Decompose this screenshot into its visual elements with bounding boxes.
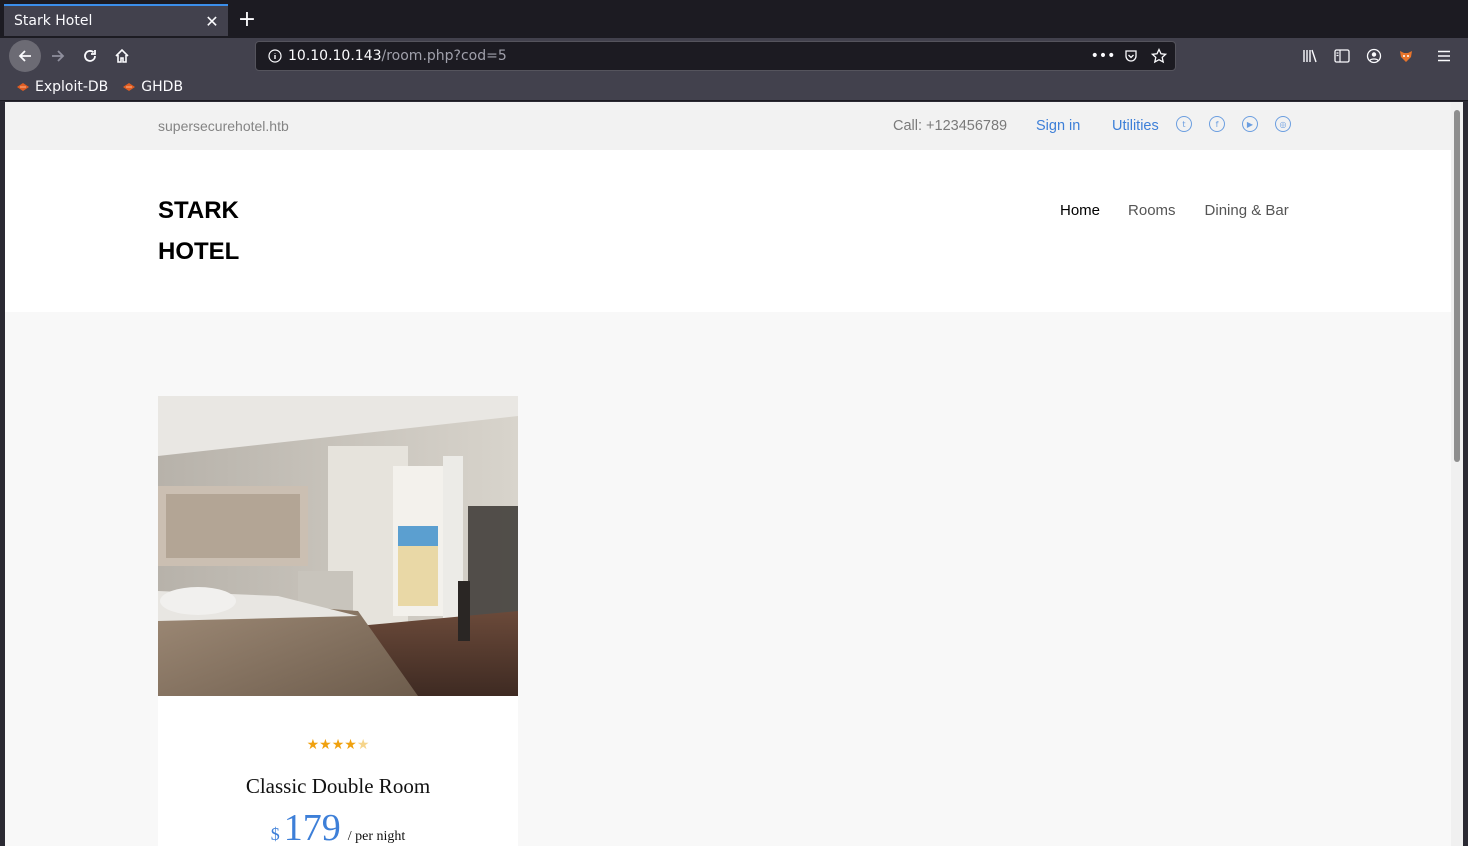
site-info-icon[interactable] xyxy=(266,47,284,65)
room-card: ★★★★★ Classic Double Room $ 179 / per ni… xyxy=(158,396,518,846)
url-text[interactable]: 10.10.10.143/room.php?cod=5 xyxy=(288,48,507,64)
nav-dining-bar[interactable]: Dining & Bar xyxy=(1205,202,1289,219)
nav-home[interactable]: Home xyxy=(1060,202,1100,219)
home-button[interactable] xyxy=(106,40,138,72)
bookmarks-toolbar: Exploit-DB GHDB xyxy=(0,74,1468,101)
sidebar-icon[interactable] xyxy=(1328,42,1356,70)
youtube-icon[interactable]: ▶ xyxy=(1242,116,1258,132)
url-path: /room.php?cod=5 xyxy=(381,48,507,64)
star-rating: ★★★★★ xyxy=(158,737,518,753)
back-button[interactable] xyxy=(9,40,41,72)
dribbble-icon[interactable]: ◎ xyxy=(1275,116,1291,132)
window-edge xyxy=(1463,102,1468,846)
home-icon xyxy=(115,48,129,63)
nav-rooms[interactable]: Rooms xyxy=(1128,202,1176,219)
main-nav: Home Rooms Dining & Bar xyxy=(1060,202,1289,219)
page-viewport: supersecurehotel.htb Call: +123456789 Si… xyxy=(5,102,1451,846)
twitter-icon[interactable]: t xyxy=(1176,116,1192,132)
utilities-link[interactable]: Utilities xyxy=(1112,118,1159,134)
star-icon: ★ xyxy=(331,737,345,753)
reload-icon xyxy=(84,50,96,62)
bookmark-label: GHDB xyxy=(141,79,184,95)
url-host: 10.10.10.143 xyxy=(288,48,382,64)
page-actions-icon[interactable]: ••• xyxy=(1091,46,1116,66)
ghdb-icon xyxy=(123,83,136,91)
page-scrollbar[interactable] xyxy=(1451,102,1463,846)
star-icon: ★ xyxy=(344,737,357,753)
arrow-left-icon xyxy=(18,50,31,62)
price-amount: 179 xyxy=(283,807,341,846)
room-price: $ 179 / per night xyxy=(158,806,518,846)
close-tab-icon[interactable]: ✕ xyxy=(200,9,224,33)
url-actions: ••• xyxy=(1091,46,1169,66)
bookmark-label: Exploit-DB xyxy=(35,79,109,95)
star-icon: ★ xyxy=(356,737,370,753)
star-icon: ★ xyxy=(319,737,332,753)
pocket-icon[interactable] xyxy=(1121,46,1141,66)
site-header: STARK HOTEL Home Rooms Dining & Bar xyxy=(5,150,1451,312)
price-per-night: / per night xyxy=(347,829,406,844)
price-currency: $ xyxy=(270,824,280,844)
site-logo[interactable]: STARK HOTEL xyxy=(158,190,298,272)
toolbar-right xyxy=(1296,42,1420,70)
navigation-toolbar: 10.10.10.143/room.php?cod=5 ••• xyxy=(0,38,1468,74)
bookmark-ghdb[interactable]: GHDB xyxy=(122,79,183,95)
library-icon[interactable] xyxy=(1296,42,1324,70)
room-name: Classic Double Room xyxy=(245,774,431,798)
url-bar[interactable]: 10.10.10.143/room.php?cod=5 ••• xyxy=(255,41,1176,71)
scrollbar-thumb[interactable] xyxy=(1454,110,1460,462)
site-topbar: supersecurehotel.htb Call: +123456789 Si… xyxy=(5,102,1451,150)
hamburger-menu-icon[interactable] xyxy=(1430,42,1458,70)
facebook-icon[interactable]: f xyxy=(1209,116,1225,132)
bookmark-star-icon[interactable] xyxy=(1149,46,1169,66)
room-photo xyxy=(158,396,518,696)
account-icon[interactable] xyxy=(1360,42,1388,70)
new-tab-button[interactable]: + xyxy=(234,6,260,32)
arrow-right-icon xyxy=(52,50,65,62)
logo-line-2: HOTEL xyxy=(158,238,240,265)
phone-number: Call: +123456789 xyxy=(893,118,1008,134)
sign-in-link[interactable]: Sign in xyxy=(1036,118,1080,134)
logo-line-1: STARK xyxy=(158,197,239,224)
site-domain: supersecurehotel.htb xyxy=(158,118,289,134)
extension-fox-icon[interactable] xyxy=(1392,42,1420,70)
star-icon: ★ xyxy=(306,737,320,753)
tab-strip: Stark Hotel ✕ + xyxy=(0,0,1468,38)
bookmark-exploit-db[interactable]: Exploit-DB xyxy=(16,79,108,95)
reload-button[interactable] xyxy=(74,40,106,72)
forward-button[interactable] xyxy=(42,40,74,72)
active-tab[interactable]: Stark Hotel ✕ xyxy=(4,4,228,36)
exploit-db-icon xyxy=(17,83,29,91)
tab-title: Stark Hotel xyxy=(14,13,93,29)
